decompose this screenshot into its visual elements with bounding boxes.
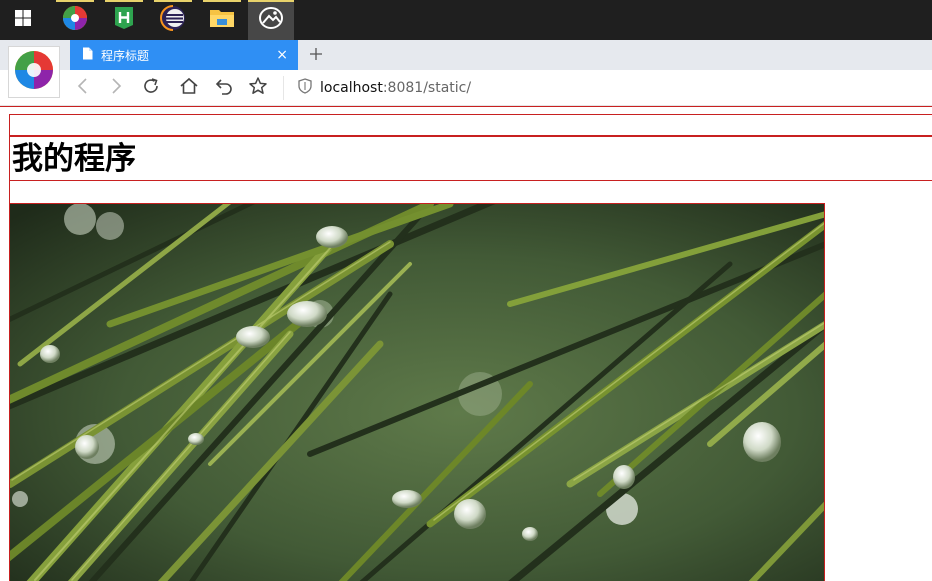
taskbar-browser-app[interactable] xyxy=(52,0,98,40)
photos-app-icon xyxy=(258,6,284,34)
browser-toolbar: localhost:8081/static/ xyxy=(0,70,932,106)
browser-logo[interactable] xyxy=(8,46,60,98)
file-explorer-icon xyxy=(209,7,235,33)
tab-strip: 程序标题 × xyxy=(0,40,932,70)
eclipse-icon xyxy=(160,5,186,35)
tab-close-button[interactable]: × xyxy=(276,46,288,64)
reload-icon xyxy=(141,76,161,100)
taskbar-photos-app[interactable] xyxy=(248,0,294,40)
chevron-right-icon xyxy=(109,77,123,99)
empty-outlined-block xyxy=(9,114,932,136)
address-bar[interactable]: localhost:8081/static/ xyxy=(298,76,471,100)
forward-button[interactable] xyxy=(102,74,130,102)
undo-icon xyxy=(214,76,234,100)
windows-start-icon xyxy=(14,9,32,31)
browser-swirl-icon xyxy=(62,5,88,35)
taskbar-file-explorer-app[interactable] xyxy=(199,0,245,40)
address-host: localhost xyxy=(320,80,383,96)
address-path: :8081/static/ xyxy=(382,80,472,96)
hbuilder-icon xyxy=(113,6,135,34)
taskbar xyxy=(0,0,932,40)
reload-button[interactable] xyxy=(137,74,165,102)
heading-block: 我的程序 xyxy=(9,136,932,181)
back-button[interactable] xyxy=(69,74,97,102)
plus-icon xyxy=(309,46,323,65)
shield-icon[interactable] xyxy=(298,78,312,98)
chevron-left-icon xyxy=(76,77,90,99)
taskbar-eclipse-app[interactable] xyxy=(150,0,196,40)
page-title: 我的程序 xyxy=(12,141,136,177)
bookmark-button[interactable] xyxy=(244,74,272,102)
new-tab-button[interactable] xyxy=(304,40,328,70)
toolbar-divider xyxy=(283,76,284,100)
tab-active[interactable]: 程序标题 × xyxy=(70,40,298,70)
document-icon xyxy=(82,47,93,63)
windows-start-button[interactable] xyxy=(0,0,46,40)
page-viewport: 我的程序 xyxy=(0,106,932,581)
undo-close-button[interactable] xyxy=(210,74,238,102)
taskbar-hbuilder-app[interactable] xyxy=(101,0,147,40)
pine-needles-photo xyxy=(9,203,825,581)
body-outline xyxy=(0,106,932,107)
home-icon xyxy=(179,76,199,100)
home-button[interactable] xyxy=(175,74,203,102)
star-icon xyxy=(248,76,268,100)
tab-title: 程序标题 xyxy=(101,48,150,63)
browser-swirl-icon xyxy=(13,49,55,95)
